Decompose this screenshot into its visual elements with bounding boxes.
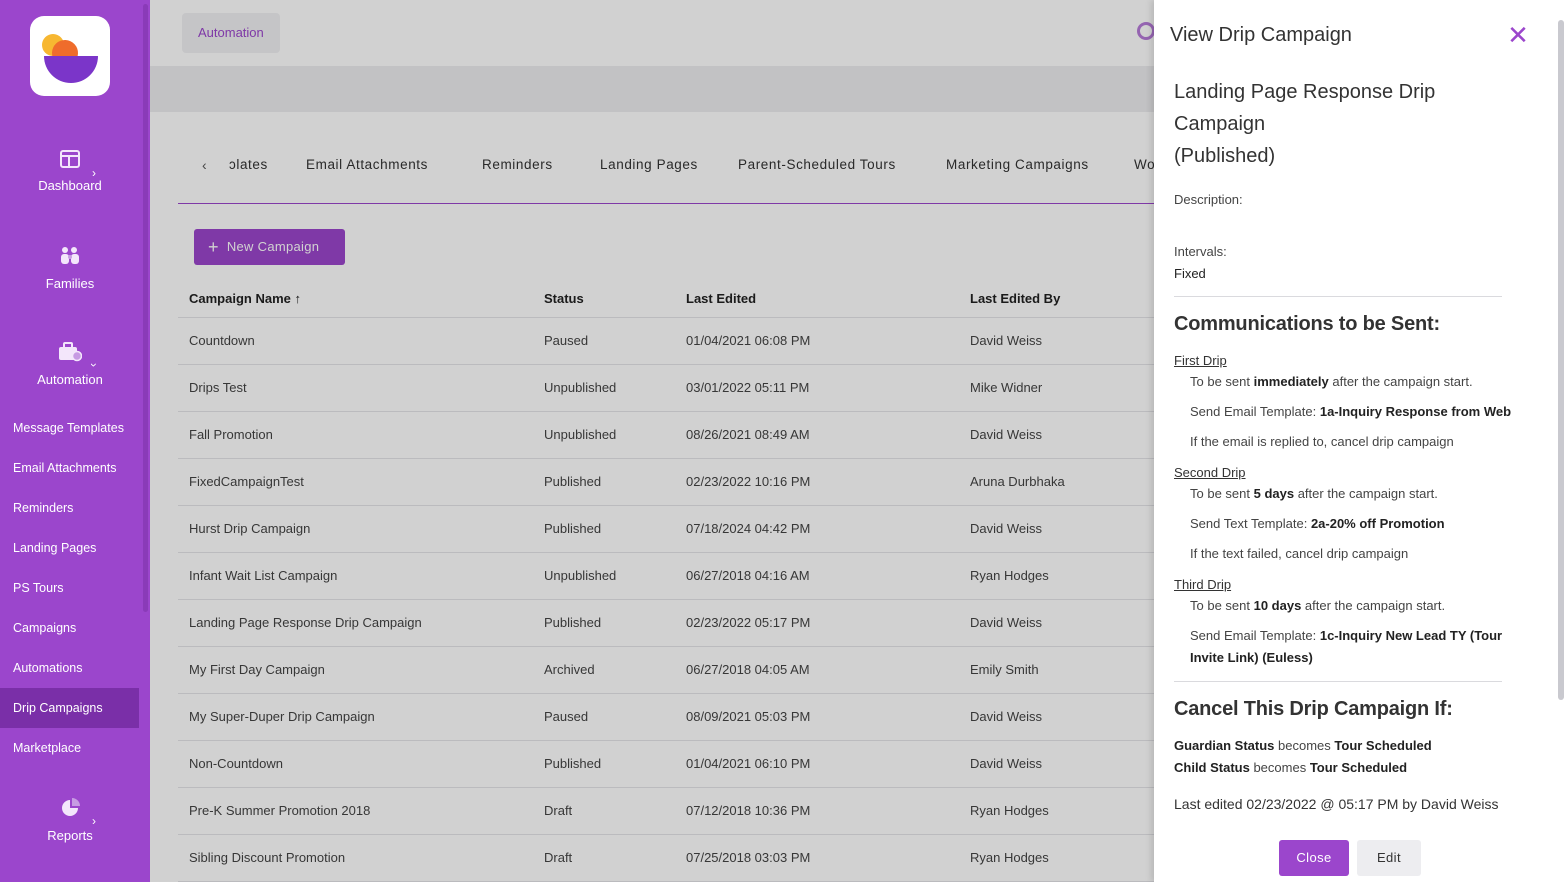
sidebar-item-label: Drip Campaigns (13, 701, 103, 715)
sidebar-item-ps-tours[interactable]: PS Tours (0, 568, 139, 608)
drip-campaign-drawer: View Drip Campaign ✕ Landing Page Respon… (1154, 0, 1568, 882)
main-content: Automation ‹ ɔlates Email Attachments Re… (150, 0, 1154, 882)
chevron-right-icon: › (92, 814, 96, 828)
sidebar: › Dashboard Families › Automation Messag… (0, 0, 150, 882)
drip-title-first[interactable]: First Drip (1174, 353, 1227, 368)
app-logo[interactable] (30, 16, 110, 96)
sidebar-scrollbar[interactable] (143, 4, 148, 612)
drip-timing: To be sent 10 days after the campaign st… (1190, 598, 1446, 613)
sidebar-item-reports[interactable]: › Reports (0, 798, 140, 843)
drawer-scrollbar[interactable] (1558, 20, 1564, 700)
sidebar-item-automation[interactable]: › Automation (0, 342, 140, 387)
sidebar-item-reminders[interactable]: Reminders (0, 488, 139, 528)
cancel-condition: Guardian Status becomes Tour Scheduled (1174, 738, 1432, 753)
last-edited-text: Last edited 02/23/2022 @ 05:17 PM by Dav… (1174, 796, 1499, 812)
divider (1174, 296, 1502, 297)
sidebar-item-label: Marketplace (13, 741, 82, 755)
sidebar-item-automations[interactable]: Automations (0, 648, 139, 688)
sidebar-item-email-attachments[interactable]: Email Attachments (0, 448, 139, 488)
sidebar-item-label: Reminders (13, 501, 74, 515)
cancel-conditions-heading: Cancel This Drip Campaign If: (1174, 698, 1453, 720)
drawer-title: View Drip Campaign (1170, 24, 1352, 46)
chevron-down-icon: › (87, 363, 101, 367)
sidebar-item-families[interactable]: Families (0, 246, 140, 291)
modal-backdrop[interactable] (150, 0, 1154, 882)
sidebar-item-drip-campaigns[interactable]: Drip Campaigns (0, 688, 139, 728)
sidebar-item-message-templates[interactable]: Message Templates (0, 408, 139, 448)
sidebar-item-campaigns[interactable]: Campaigns (0, 608, 139, 648)
close-button[interactable]: Close (1279, 840, 1349, 876)
reports-icon (0, 798, 140, 822)
drip-cancel-rule: If the email is replied to, cancel drip … (1190, 434, 1454, 449)
sidebar-item-label: Email Attachments (13, 461, 117, 475)
description-label: Description: (1174, 192, 1243, 207)
drip-template: Send Email Template: 1c-Inquiry New Lead… (1190, 628, 1503, 665)
drip-timing: To be sent 5 days after the campaign sta… (1190, 486, 1438, 501)
campaign-name: Landing Page Response Drip Campaign (Pub… (1174, 76, 1504, 172)
chevron-right-icon: › (92, 166, 96, 180)
sidebar-item-label: Campaigns (13, 621, 77, 635)
sidebar-item-label: Dashboard (38, 178, 102, 193)
sidebar-item-label: Families (45, 276, 95, 291)
families-icon (0, 246, 140, 270)
campaign-name-text: Landing Page Response Drip Campaign (1174, 81, 1436, 135)
sidebar-item-label: Automations (13, 661, 83, 675)
logo-bowl-shape (44, 56, 98, 83)
intervals-label: Intervals: (1174, 244, 1227, 259)
drip-template: Send Text Template: 2a-20% off Promotion (1190, 516, 1445, 531)
automation-icon (0, 342, 140, 366)
close-icon[interactable]: ✕ (1507, 22, 1529, 48)
sidebar-item-label: Landing Pages (13, 541, 97, 555)
sidebar-item-label: PS Tours (13, 581, 64, 595)
drip-template: Send Email Template: 1a-Inquiry Response… (1190, 404, 1512, 419)
drip-title-second[interactable]: Second Drip (1174, 465, 1246, 480)
divider (1174, 681, 1502, 682)
sidebar-item-marketplace[interactable]: Marketplace (0, 728, 139, 768)
sidebar-item-dashboard[interactable]: › Dashboard (0, 150, 140, 193)
cancel-condition: Child Status becomes Tour Scheduled (1174, 760, 1408, 775)
communications-heading: Communications to be Sent: (1174, 313, 1440, 335)
sidebar-item-landing-pages[interactable]: Landing Pages (0, 528, 139, 568)
sidebar-item-label: Reports (47, 828, 93, 843)
edit-button[interactable]: Edit (1357, 840, 1421, 876)
sidebar-item-label: Automation (37, 372, 103, 387)
sidebar-item-label: Message Templates (13, 421, 124, 435)
campaign-state: (Published) (1174, 145, 1276, 167)
drip-timing: To be sent immediately after the campaig… (1190, 374, 1473, 389)
dashboard-icon (0, 150, 140, 172)
drip-cancel-rule: If the text failed, cancel drip campaign (1190, 546, 1409, 561)
intervals-value: Fixed (1174, 266, 1206, 281)
drip-title-third[interactable]: Third Drip (1174, 577, 1231, 592)
